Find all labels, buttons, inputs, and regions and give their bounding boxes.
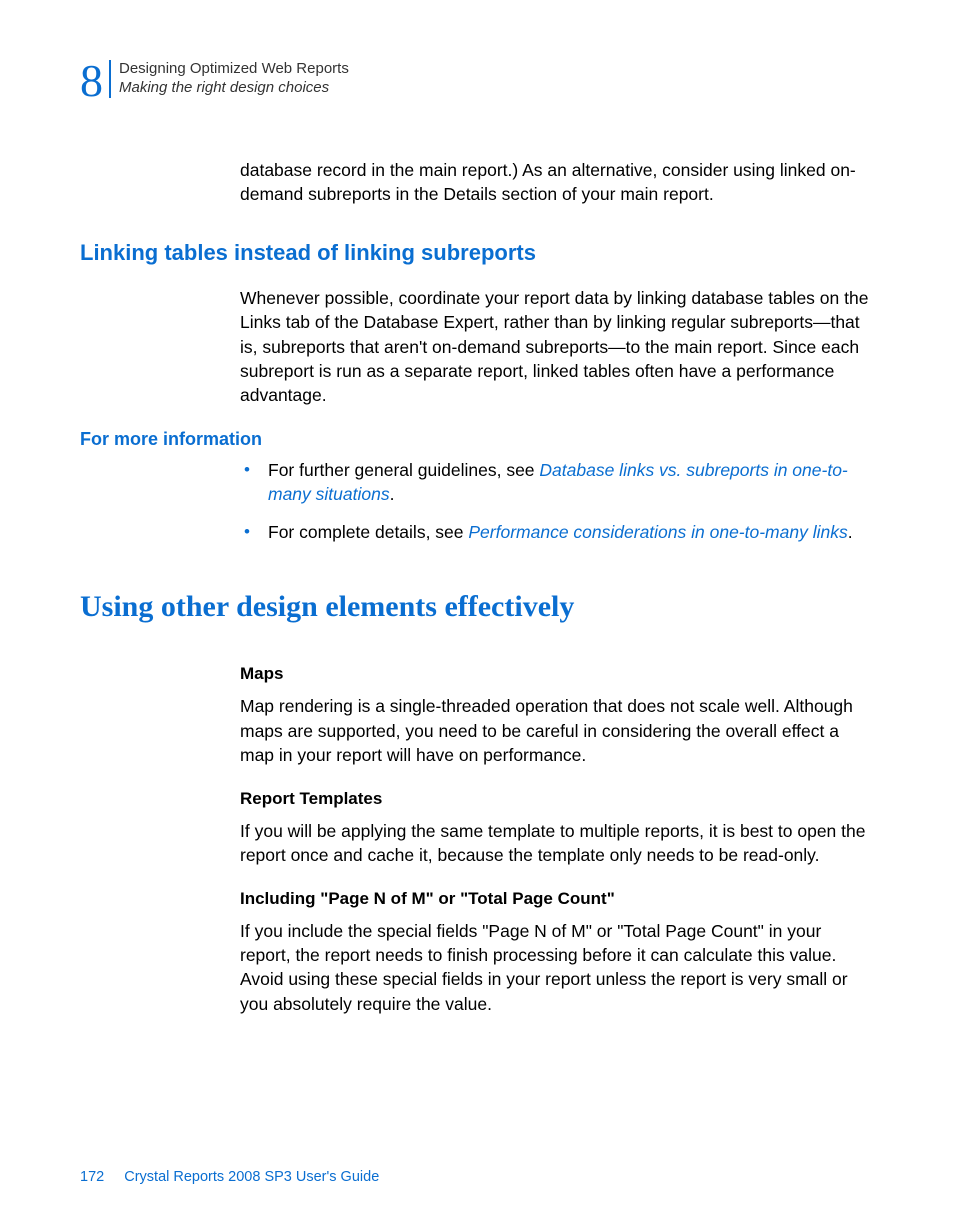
pagecount-body: If you include the special fields "Page …	[240, 919, 874, 1016]
page-number: 172	[80, 1169, 104, 1185]
page-footer: 172 Crystal Reports 2008 SP3 User's Guid…	[80, 1169, 379, 1185]
page-header: 8 Designing Optimized Web Reports Making…	[80, 58, 874, 104]
bullet-post-text: .	[848, 522, 853, 542]
subheading-templates: Report Templates	[240, 789, 874, 809]
linking-body: Whenever possible, coordinate your repor…	[240, 286, 874, 407]
subheading-pagecount: Including "Page N of M" or "Total Page C…	[240, 889, 874, 909]
maps-body: Map rendering is a single-threaded opera…	[240, 694, 874, 766]
heading-linking-tables: Linking tables instead of linking subrep…	[80, 240, 874, 266]
subheading-maps: Maps	[240, 664, 874, 684]
footer-doc-title: Crystal Reports 2008 SP3 User's Guide	[124, 1169, 379, 1185]
bullet-pre-text: For further general guidelines, see	[268, 460, 539, 480]
more-info-list: For further general guidelines, see Data…	[240, 458, 874, 544]
heading-more-info: For more information	[80, 429, 874, 450]
bullet-pre-text: For complete details, see	[268, 522, 468, 542]
bullet-post-text: .	[390, 484, 395, 504]
header-text-block: Designing Optimized Web Reports Making t…	[119, 58, 349, 98]
heading-other-design: Using other design elements effectively	[80, 590, 874, 624]
list-item: For complete details, see Performance co…	[240, 520, 874, 544]
templates-body: If you will be applying the same templat…	[240, 819, 874, 867]
header-divider	[109, 60, 111, 98]
header-title: Designing Optimized Web Reports	[119, 60, 349, 79]
link-performance-considerations[interactable]: Performance considerations in one-to-man…	[468, 522, 847, 542]
header-subtitle: Making the right design choices	[119, 79, 349, 98]
list-item: For further general guidelines, see Data…	[240, 458, 874, 506]
chapter-number: 8	[80, 58, 103, 104]
intro-paragraph: database record in the main report.) As …	[240, 158, 874, 206]
